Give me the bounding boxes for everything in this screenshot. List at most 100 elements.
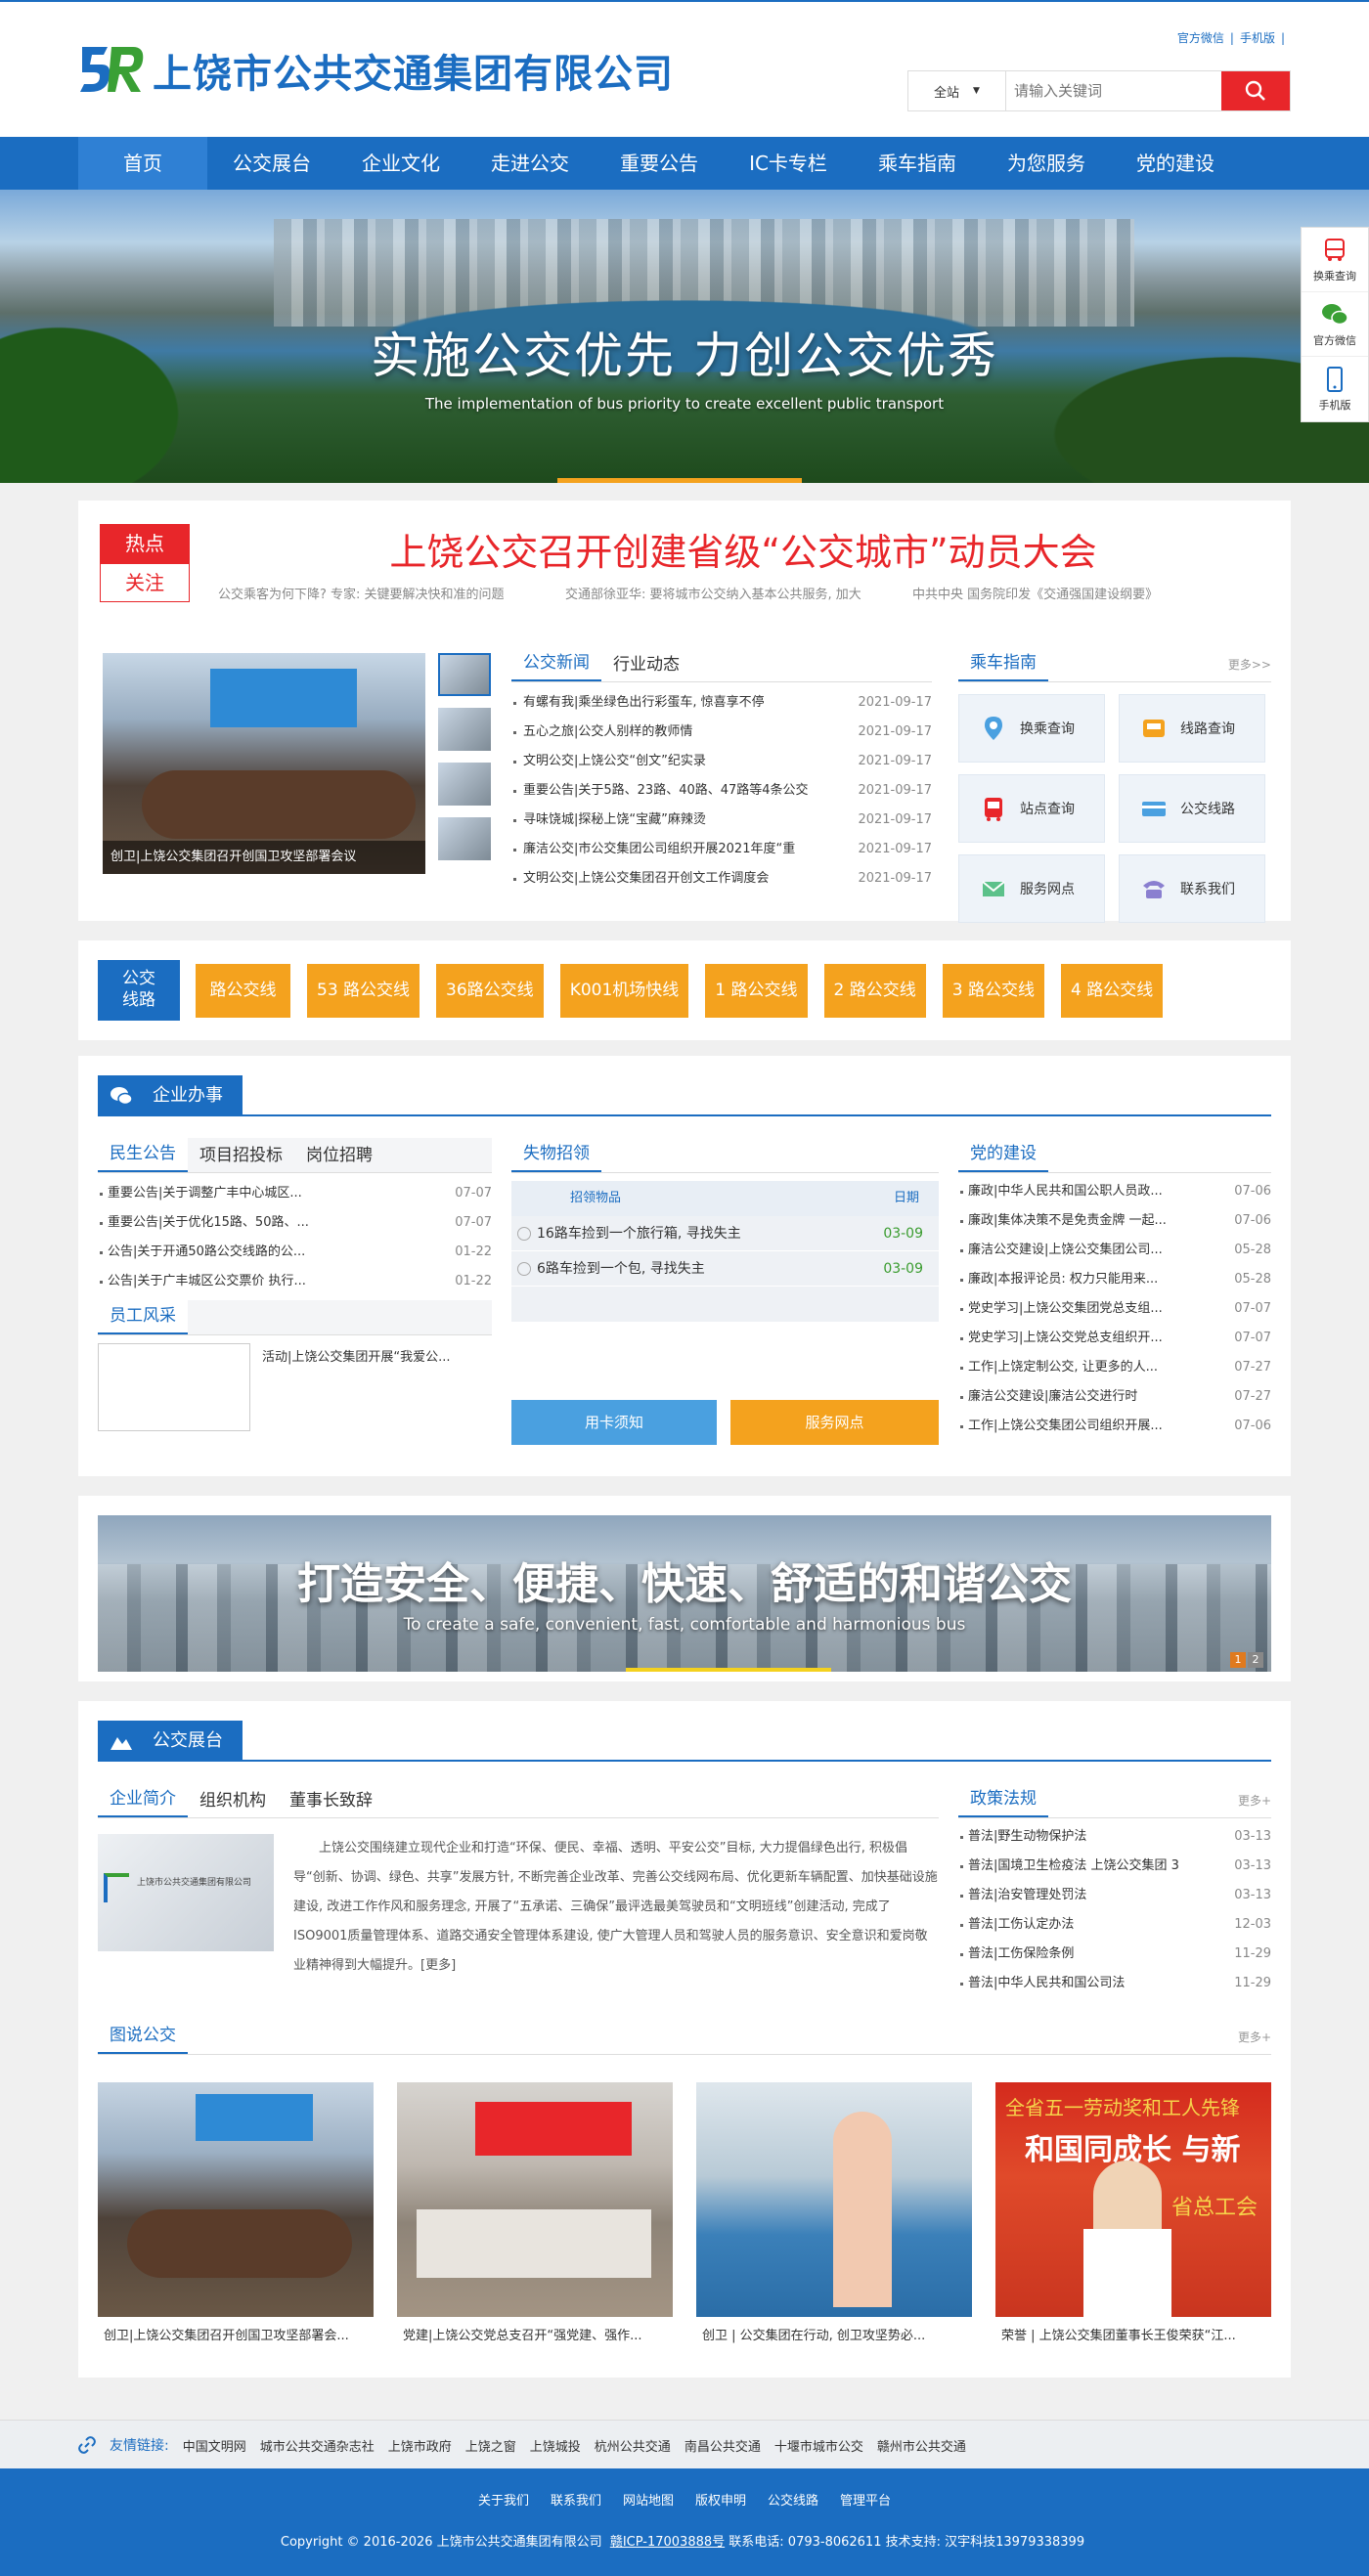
list-item[interactable]: 文明公交|上饶公交集团召开创文工作调度会 2021-09-17: [511, 864, 932, 894]
staff-style-title[interactable]: 员工风采: [98, 1299, 188, 1334]
friend-link[interactable]: 上饶城投: [530, 2436, 581, 2455]
footer-sitemap-link[interactable]: 网站地图: [623, 2490, 674, 2509]
guide-more-link[interactable]: 更多>>: [1228, 648, 1271, 681]
route-button[interactable]: 3 路公交线: [942, 964, 1044, 1018]
list-item[interactable]: 普法|国境卫生检疫法 上饶公交集团 3 03-13: [958, 1852, 1271, 1881]
search-scope-select[interactable]: 全站 ▼: [908, 71, 1006, 110]
gallery-item[interactable]: 创卫 | 公交集团在行动, 创卫攻坚势必...: [696, 2082, 972, 2356]
friend-link[interactable]: 十堰市城市公交: [774, 2436, 863, 2455]
guide-transfer-query[interactable]: 换乘查询: [958, 694, 1105, 763]
list-item[interactable]: 党史学习|上饶公交集团党总支组... 07-07: [958, 1294, 1271, 1324]
card-notice-button[interactable]: 用卡须知: [511, 1400, 717, 1445]
hot-sub-link[interactable]: 交通部徐亚华: 要将城市公交纳入基本公共服务, 加大: [565, 584, 912, 602]
list-item[interactable]: 廉洁公交建设|上饶公交集团公司... 05-28: [958, 1236, 1271, 1265]
nav-home[interactable]: 首页: [78, 137, 207, 190]
list-item[interactable]: 有螺有我|乘坐绿色出行彩蛋车, 惊喜享不停 2021-09-17: [511, 688, 932, 718]
float-transfer-query[interactable]: 换乘查询: [1302, 228, 1368, 292]
guide-bus-lines[interactable]: 公交线路: [1119, 774, 1265, 843]
list-item[interactable]: 党史学习|上饶公交党总支组织开... 07-07: [958, 1324, 1271, 1353]
list-item[interactable]: 五心之旅|公交人别样的教师情 2021-09-17: [511, 718, 932, 747]
friend-link[interactable]: 中国文明网: [183, 2436, 246, 2455]
route-button[interactable]: 路公交线: [196, 964, 290, 1018]
site-logo[interactable]: 上饶市公共交通集团有限公司: [78, 41, 674, 100]
nav-notices[interactable]: 重要公告: [595, 137, 724, 190]
list-item[interactable]: 文明公交|上饶公交“创文”纪实录 2021-09-17: [511, 747, 932, 776]
tab-chairman-speech[interactable]: 董事长致辞: [278, 1784, 384, 1817]
tab-bidding[interactable]: 项目招投标: [188, 1139, 294, 1172]
list-item[interactable]: 重要公告|关于优化15路、50路、... 07-07: [98, 1208, 492, 1238]
wechat-link[interactable]: 官方微信: [1177, 31, 1224, 45]
table-row[interactable]: 16路车捡到一个旅行箱, 寻找失主 03-09: [511, 1216, 939, 1251]
route-button[interactable]: 36路公交线: [436, 964, 544, 1018]
nav-ic-card[interactable]: IC卡专栏: [724, 137, 853, 190]
news-thumbnail[interactable]: [438, 817, 491, 860]
hot-headline[interactable]: 上饶公交召开创建省级“公交城市”动员大会: [235, 522, 1252, 576]
friend-link[interactable]: 南昌公共交通: [684, 2436, 761, 2455]
float-wechat[interactable]: 官方微信: [1302, 292, 1368, 357]
list-item[interactable]: 公告|关于开通50路公交线路的公... 01-22: [98, 1238, 492, 1267]
tab-company-profile[interactable]: 企业简介: [98, 1782, 188, 1817]
policy-more-link[interactable]: 更多+: [1238, 1784, 1271, 1817]
friend-link[interactable]: 上饶市政府: [388, 2436, 452, 2455]
route-button[interactable]: 4 路公交线: [1061, 964, 1164, 1018]
footer-routes-link[interactable]: 公交线路: [768, 2490, 818, 2509]
list-item[interactable]: 工作|上饶定制公交, 让更多的人... 07-27: [958, 1353, 1271, 1382]
news-thumbnail[interactable]: [438, 653, 491, 696]
tab-recruitment[interactable]: 岗位招聘: [294, 1139, 384, 1172]
friend-link[interactable]: 上饶之窗: [465, 2436, 516, 2455]
list-item[interactable]: 重要公告|关于调整广丰中心城区... 07-07: [98, 1179, 492, 1208]
table-row[interactable]: 6路车捡到一个包, 寻找失主 03-09: [511, 1251, 939, 1287]
list-item[interactable]: 普法|治安管理处罚法 03-13: [958, 1881, 1271, 1910]
hot-sub-link[interactable]: 中共中央 国务院印发《交通强国建设纲要》: [912, 584, 1259, 602]
list-item[interactable]: 廉政|中华人民共和国公职人员政... 07-06: [958, 1177, 1271, 1206]
search-button[interactable]: [1221, 71, 1290, 110]
hot-sub-link[interactable]: 公交乘客为何下降? 专家: 关键要解决快和准的问题: [218, 584, 565, 602]
list-item[interactable]: 寻味饶城|探秘上饶“宝藏”麻辣烫 2021-09-17: [511, 806, 932, 835]
search-input[interactable]: [1006, 71, 1221, 110]
footer-copyright-link[interactable]: 版权申明: [695, 2490, 746, 2509]
nav-guide[interactable]: 乘车指南: [853, 137, 982, 190]
list-item[interactable]: 廉洁公交|市公交集团公司组织开展2021年度“重 2021-09-17: [511, 835, 932, 864]
policy-title[interactable]: 政策法规: [958, 1782, 1048, 1817]
friend-link[interactable]: 城市公共交通杂志社: [260, 2436, 375, 2455]
footer-icp-link[interactable]: 赣ICP-17003888号: [610, 2535, 725, 2550]
nav-about[interactable]: 走进公交: [465, 137, 595, 190]
gallery-item[interactable]: 党建|上饶公交党总支召开“强党建、强作...: [397, 2082, 673, 2356]
news-thumbnail[interactable]: [438, 708, 491, 751]
list-item[interactable]: 普法|工伤认定办法 12-03: [958, 1910, 1271, 1940]
gallery-item[interactable]: 全省五一劳动奖和工人先锋 和国同成长 与新 省总工会 荣誉 | 上饶公交集团董事…: [995, 2082, 1271, 2356]
footer-contact-link[interactable]: 联系我们: [551, 2490, 601, 2509]
route-button[interactable]: K001机场快线: [559, 964, 689, 1018]
news-thumbnail[interactable]: [438, 763, 491, 806]
route-button[interactable]: 53 路公交线: [307, 964, 420, 1018]
pager-page-2[interactable]: 2: [1248, 1652, 1263, 1668]
nav-culture[interactable]: 企业文化: [336, 137, 465, 190]
route-button[interactable]: 1 路公交线: [705, 964, 808, 1018]
guide-line-query[interactable]: 线路查询: [1119, 694, 1265, 763]
route-button[interactable]: 2 路公交线: [823, 964, 926, 1018]
list-item[interactable]: 工作|上饶公交集团公司组织开展... 07-06: [958, 1412, 1271, 1441]
tab-bus-news[interactable]: 公交新闻: [511, 646, 601, 681]
list-item[interactable]: 公告|关于广丰城区公交票价 执行... 01-22: [98, 1267, 492, 1296]
gallery-title[interactable]: 图说公交: [98, 2019, 188, 2054]
gallery-more-link[interactable]: 更多+: [1238, 2021, 1271, 2054]
pager-page-1[interactable]: 1: [1230, 1652, 1246, 1668]
list-item[interactable]: 廉政|集体决策不是免责金牌 一起... 07-06: [958, 1206, 1271, 1236]
list-item[interactable]: 重要公告|关于5路、23路、40路、47路等4条公交 2021-09-17: [511, 776, 932, 806]
guide-service-points[interactable]: 服务网点: [958, 854, 1105, 923]
gallery-item[interactable]: 创卫|上饶公交集团召开创国卫攻坚部署会...: [98, 2082, 374, 2356]
guide-station-query[interactable]: 站点查询: [958, 774, 1105, 843]
nav-party[interactable]: 党的建设: [1111, 137, 1240, 190]
list-item[interactable]: 廉政|本报评论员: 权力只能用来... 05-28: [958, 1265, 1271, 1294]
list-item[interactable]: 普法|野生动物保护法 03-13: [958, 1822, 1271, 1852]
list-item[interactable]: 普法|工伤保险条例 11-29: [958, 1940, 1271, 1969]
nav-service[interactable]: 为您服务: [982, 137, 1111, 190]
news-slideshow-image[interactable]: 创卫|上饶公交集团召开创国卫攻坚部署会议: [103, 653, 425, 874]
party-title[interactable]: 党的建设: [958, 1137, 1048, 1172]
lost-found-title[interactable]: 失物招领: [511, 1137, 601, 1172]
footer-admin-link[interactable]: 管理平台: [840, 2490, 891, 2509]
list-item[interactable]: 普法|中华人民共和国公司法 11-29: [958, 1969, 1271, 1998]
float-mobile[interactable]: 手机版: [1302, 357, 1368, 421]
nav-showcase[interactable]: 公交展台: [207, 137, 336, 190]
tab-public-notices[interactable]: 民生公告: [98, 1137, 188, 1172]
